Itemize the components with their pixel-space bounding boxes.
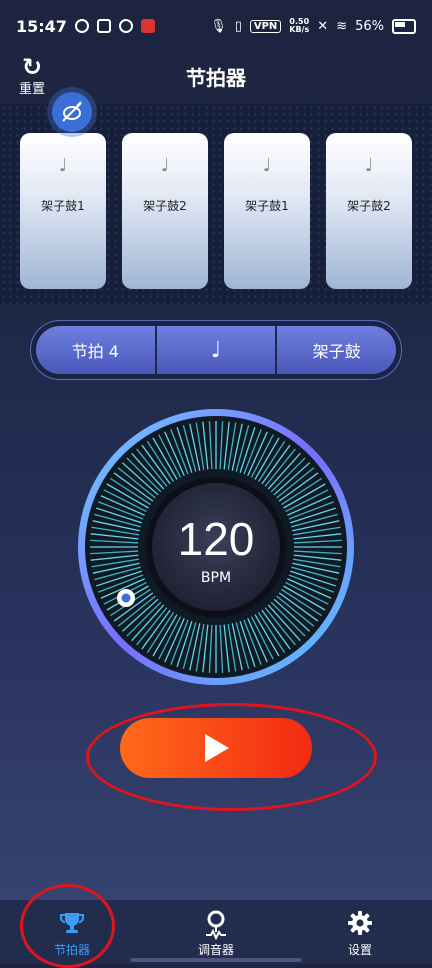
- note-icon: ♩: [160, 155, 170, 176]
- notification-icon: [74, 19, 89, 33]
- home-indicator: [130, 958, 302, 962]
- play-icon: [205, 734, 229, 762]
- mute-icon: [62, 101, 82, 122]
- note-value-button[interactable]: ♩: [154, 326, 276, 374]
- beat-card[interactable]: ♩ 架子鼓2: [122, 133, 208, 289]
- bpm-unit: BPM: [200, 570, 232, 586]
- page-title: 节拍器: [186, 66, 246, 90]
- notification-icon: [96, 19, 111, 33]
- nav-item-tuner[interactable]: 调音器: [144, 900, 288, 964]
- tuner-pin-icon: [206, 910, 226, 940]
- nav-item-settings[interactable]: 设置: [288, 900, 432, 964]
- nav-label: 调音器: [197, 943, 234, 957]
- beat-sound-label: 架子鼓2: [143, 199, 187, 213]
- notification-icon: [118, 19, 133, 33]
- beat-card[interactable]: ♩ 架子鼓1: [20, 133, 106, 289]
- microphone-icon: 🎙: [210, 18, 227, 34]
- battery-percent: 56%: [355, 18, 384, 34]
- sound-set-button[interactable]: 架子鼓: [275, 326, 396, 374]
- beat-sound-label: 架子鼓1: [245, 199, 289, 213]
- gear-icon: [348, 911, 372, 935]
- nav-label: 设置: [347, 943, 372, 957]
- beat-sound-label: 架子鼓1: [41, 199, 85, 213]
- time-signature-button[interactable]: 节拍 4: [36, 326, 155, 374]
- note-icon: ♩: [364, 155, 374, 176]
- annotation-circle: [20, 884, 115, 968]
- play-button[interactable]: [120, 718, 312, 778]
- beat-cards: ♩ 架子鼓1 ♩ 架子鼓2 ♩ 架子鼓1 ♩ 架子鼓2: [20, 133, 412, 289]
- tempo-dial[interactable]: 120 BPM: [75, 406, 357, 688]
- wifi-icon: ≋: [336, 18, 348, 34]
- network-speed: 0.50 KB/s: [289, 17, 310, 34]
- vpn-badge: VPN: [249, 19, 282, 33]
- note-icon: ♩: [58, 155, 68, 176]
- sim-icon: ✕: [317, 18, 329, 34]
- status-bar: 15:47 🎙 ▯ VPN 0.50 KB/s ✕ ≋ 56%: [0, 0, 432, 52]
- battery-icon: [392, 18, 416, 34]
- beat-sound-label: 架子鼓2: [347, 199, 391, 213]
- dial-handle-dot: [121, 593, 131, 603]
- vibrate-icon: ▯: [234, 18, 242, 34]
- bpm-value: 120: [177, 513, 255, 565]
- mute-toggle-button[interactable]: [52, 92, 92, 132]
- beat-card[interactable]: ♩ 架子鼓1: [224, 133, 310, 289]
- status-time: 15:47: [16, 16, 67, 36]
- notification-icon: [140, 19, 155, 33]
- beat-card[interactable]: ♩ 架子鼓2: [326, 133, 412, 289]
- note-icon: ♩: [262, 155, 272, 176]
- settings-segment-bar: 节拍 4 ♩ 架子鼓: [30, 320, 402, 380]
